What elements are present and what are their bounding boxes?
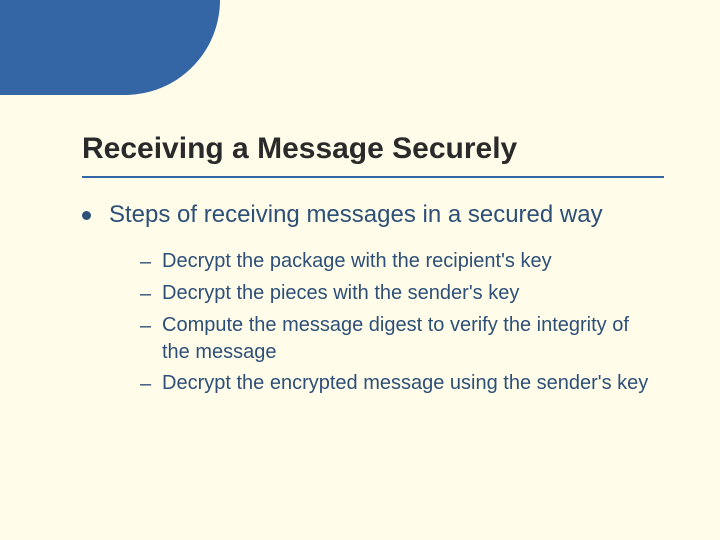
bullet-text: Steps of receiving messages in a secured… xyxy=(109,200,603,230)
sub-bullet: – Compute the message digest to verify t… xyxy=(140,312,660,366)
dash-icon: – xyxy=(140,312,162,340)
bullet-level1: Steps of receiving messages in a secured… xyxy=(82,200,660,230)
dash-icon: – xyxy=(140,280,162,308)
sub-bullet-text: Decrypt the encrypted message using the … xyxy=(162,370,648,397)
corner-accent xyxy=(0,0,220,95)
sub-bullet: – Decrypt the pieces with the sender's k… xyxy=(140,280,660,308)
sub-bullet-text: Decrypt the pieces with the sender's key xyxy=(162,280,519,307)
sub-bullet: – Decrypt the encrypted message using th… xyxy=(140,370,660,398)
bullet-disc-icon xyxy=(82,211,91,220)
sub-bullet-text: Decrypt the package with the recipient's… xyxy=(162,248,552,275)
title-underline xyxy=(82,176,664,178)
sub-bullet: – Decrypt the package with the recipient… xyxy=(140,248,660,276)
slide-body: Steps of receiving messages in a secured… xyxy=(82,200,660,402)
dash-icon: – xyxy=(140,248,162,276)
dash-icon: – xyxy=(140,370,162,398)
slide-title: Receiving a Message Securely xyxy=(82,132,680,165)
sub-bullets: – Decrypt the package with the recipient… xyxy=(140,248,660,398)
sub-bullet-text: Compute the message digest to verify the… xyxy=(162,312,660,366)
slide: Receiving a Message Securely Steps of re… xyxy=(0,0,720,540)
